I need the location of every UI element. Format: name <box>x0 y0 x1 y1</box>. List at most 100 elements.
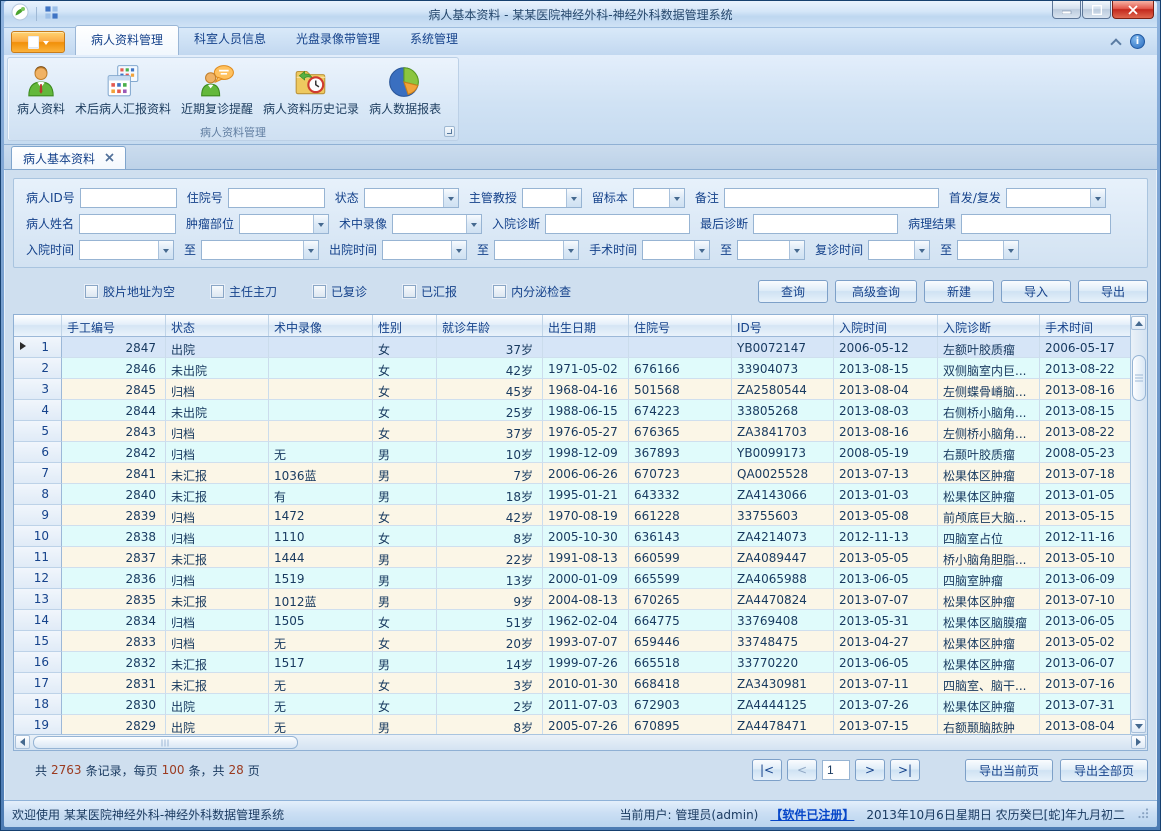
document-tab[interactable]: 病人基本资料 <box>11 146 126 169</box>
filter-dropdown[interactable] <box>494 240 579 260</box>
dropdown-arrow-icon[interactable] <box>451 241 466 259</box>
table-row[interactable]: 42844未出院女25岁1988-06-15674223338052682013… <box>14 400 1147 421</box>
filter-dropdown[interactable] <box>382 240 467 260</box>
next-page-button[interactable]: > <box>855 759 885 781</box>
filter-input[interactable] <box>228 188 325 208</box>
query-button[interactable]: 查询 <box>758 280 828 303</box>
table-row[interactable]: 22846未出院女42岁1971-05-02676166339040732013… <box>14 358 1147 379</box>
filter-dropdown[interactable] <box>633 188 685 208</box>
table-row[interactable]: 162832未汇报1517男14岁1999-07-266655183377022… <box>14 652 1147 673</box>
filter-input[interactable] <box>753 214 898 234</box>
page-number-input[interactable] <box>822 760 850 780</box>
last-page-button[interactable]: >| <box>890 759 920 781</box>
column-header[interactable]: 入院时间 <box>834 315 938 336</box>
filter-checkbox[interactable]: 内分泌检查 <box>493 283 571 300</box>
ribbon-tab[interactable]: 系统管理 <box>395 25 473 55</box>
export-current-page-button[interactable]: 导出当前页 <box>965 759 1053 782</box>
column-header[interactable]: ID号 <box>732 315 834 336</box>
prev-page-button[interactable]: < <box>787 759 817 781</box>
table-row[interactable]: 82840未汇报有男18岁1995-01-21643332ZA414306620… <box>14 484 1147 505</box>
table-row[interactable]: 102838归档1110女8岁2005-10-30636143ZA4214073… <box>14 526 1147 547</box>
scroll-left-icon[interactable] <box>15 735 30 749</box>
filter-input[interactable] <box>724 188 939 208</box>
scroll-up-icon[interactable] <box>1131 316 1146 330</box>
close-tab-icon[interactable] <box>105 151 114 165</box>
dropdown-arrow-icon[interactable] <box>789 241 804 259</box>
filter-input[interactable] <box>961 214 1111 234</box>
filter-dropdown[interactable] <box>737 240 805 260</box>
column-header[interactable]: 手工编号 <box>62 315 166 336</box>
horizontal-scroll-thumb[interactable] <box>33 736 298 749</box>
dropdown-arrow-icon[interactable] <box>303 241 318 259</box>
column-header[interactable]: 入院诊断 <box>938 315 1040 336</box>
dropdown-arrow-icon[interactable] <box>694 241 709 259</box>
scroll-right-icon[interactable] <box>1131 735 1146 749</box>
column-header[interactable]: 性别 <box>373 315 437 336</box>
ribbon-tab[interactable]: 病人资料管理 <box>75 25 179 55</box>
table-row[interactable]: 192829出院无男8岁2005-07-26670895ZA4478471201… <box>14 715 1147 736</box>
table-row[interactable]: 152833归档无女20岁1993-07-0765944633748475201… <box>14 631 1147 652</box>
ribbon-tab[interactable]: 光盘录像带管理 <box>281 25 395 55</box>
horizontal-scrollbar[interactable] <box>14 734 1147 750</box>
app-menu-button[interactable] <box>11 31 65 53</box>
table-row[interactable]: 62842归档无男10岁1998-12-09367893YB0099173200… <box>14 442 1147 463</box>
ribbon-button[interactable]: 术后病人汇报资料 <box>70 61 176 119</box>
license-link[interactable]: 【软件已注册】 <box>770 806 854 823</box>
dropdown-arrow-icon[interactable] <box>566 189 581 207</box>
maximize-button[interactable] <box>1082 1 1111 19</box>
app-logo-icon[interactable] <box>11 3 29 25</box>
dropdown-arrow-icon[interactable] <box>669 189 684 207</box>
first-page-button[interactable]: |< <box>752 759 782 781</box>
dialog-launcher-icon[interactable] <box>444 126 455 137</box>
ribbon-button[interactable]: 病人数据报表 <box>364 61 446 119</box>
dropdown-arrow-icon[interactable] <box>443 189 458 207</box>
column-header[interactable]: 手术时间 <box>1040 315 1134 336</box>
dropdown-arrow-icon[interactable] <box>1090 189 1105 207</box>
ribbon-button[interactable]: 病人资料历史记录 <box>258 61 364 119</box>
table-row[interactable]: 182830出院无女2岁2011-07-03672903ZA4444125201… <box>14 694 1147 715</box>
filter-checkbox[interactable]: 已复诊 <box>313 283 367 300</box>
filter-dropdown[interactable] <box>642 240 710 260</box>
filter-checkbox[interactable]: 主任主刀 <box>211 283 277 300</box>
filter-dropdown[interactable] <box>392 214 482 234</box>
import-button[interactable]: 导入 <box>1001 280 1071 303</box>
column-header[interactable]: 状态 <box>166 315 269 336</box>
ribbon-button[interactable]: 病人资料 <box>12 61 70 119</box>
table-row[interactable]: 142834归档1505女51岁1962-02-0466477533769408… <box>14 610 1147 631</box>
table-row[interactable]: 172831未汇报无女3岁2010-01-30668418ZA343098120… <box>14 673 1147 694</box>
filter-dropdown[interactable] <box>868 240 930 260</box>
ribbon-tab[interactable]: 科室人员信息 <box>179 25 281 55</box>
filter-dropdown[interactable] <box>1006 188 1106 208</box>
dropdown-arrow-icon[interactable] <box>158 241 173 259</box>
column-header[interactable]: 住院号 <box>629 315 732 336</box>
table-row[interactable]: 132835未汇报1012蓝男9岁2004-08-13670265ZA44708… <box>14 589 1147 610</box>
filter-dropdown[interactable] <box>957 240 1019 260</box>
table-row[interactable]: 32845归档女45岁1968-04-16501568ZA25805442013… <box>14 379 1147 400</box>
advanced-query-button[interactable]: 高级查询 <box>835 280 917 303</box>
filter-input[interactable] <box>545 214 690 234</box>
dropdown-arrow-icon[interactable] <box>563 241 578 259</box>
filter-dropdown[interactable] <box>522 188 582 208</box>
filter-checkbox[interactable]: 已汇报 <box>403 283 457 300</box>
dropdown-arrow-icon[interactable] <box>466 215 481 233</box>
table-row[interactable]: 52843归档女37岁1976-05-27676365ZA38417032013… <box>14 421 1147 442</box>
filter-checkbox[interactable]: 胶片地址为空 <box>85 283 175 300</box>
dropdown-arrow-icon[interactable] <box>1003 241 1018 259</box>
column-header[interactable]: 术中录像 <box>269 315 373 336</box>
filter-dropdown[interactable] <box>201 240 319 260</box>
vertical-scroll-thumb[interactable] <box>1132 355 1146 401</box>
export-button[interactable]: 导出 <box>1078 280 1148 303</box>
filter-dropdown[interactable] <box>239 214 329 234</box>
export-all-pages-button[interactable]: 导出全部页 <box>1060 759 1148 782</box>
table-row[interactable]: 122836归档1519男13岁2000-01-09665599ZA406598… <box>14 568 1147 589</box>
minimize-button[interactable] <box>1052 1 1081 19</box>
table-row[interactable]: 92839归档1472女42岁1970-08-19661228337556032… <box>14 505 1147 526</box>
filter-input[interactable] <box>80 188 177 208</box>
info-icon[interactable]: i <box>1130 34 1145 49</box>
table-row[interactable]: 72841未汇报1036蓝男7岁2006-06-26670723QA002552… <box>14 463 1147 484</box>
vertical-scrollbar[interactable] <box>1130 315 1147 734</box>
column-header[interactable]: 就诊年龄 <box>437 315 543 336</box>
dropdown-arrow-icon[interactable] <box>313 215 328 233</box>
new-button[interactable]: 新建 <box>924 280 994 303</box>
column-header[interactable] <box>14 315 62 336</box>
